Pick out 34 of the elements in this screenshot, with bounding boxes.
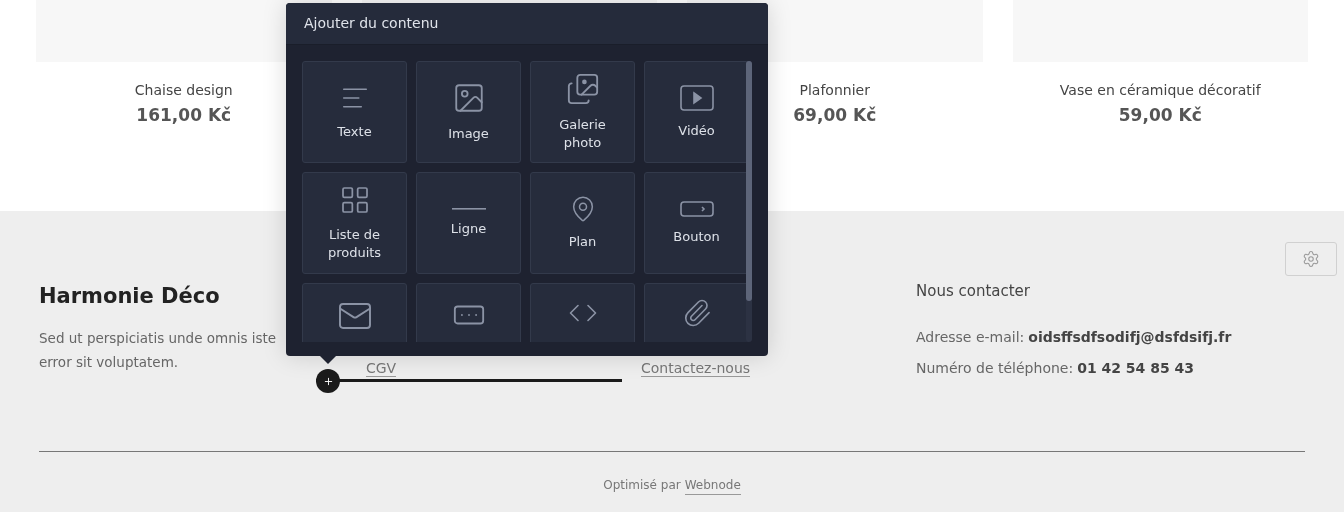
popup-title: Ajouter du contenu [304, 14, 439, 33]
footer-link[interactable]: CGV [366, 360, 397, 377]
button-shape-icon [679, 200, 714, 218]
credit-text: Optimisé par [603, 477, 681, 494]
product-price: 59,00 Kč [1118, 104, 1202, 127]
footer-link[interactable]: Contactez-nous [641, 360, 751, 377]
email-value: oidsffsdfsodifj@dsfdsifj.fr [1028, 327, 1232, 347]
settings-button[interactable] [1285, 242, 1337, 276]
contact-heading: Nous contacter [916, 281, 1032, 302]
phone-label: Numéro de téléphone: [916, 358, 1074, 378]
email-label: Adresse e-mail: [916, 327, 1025, 347]
phone-value: 01 42 54 85 43 [1077, 358, 1195, 378]
settings-icon [1302, 250, 1320, 268]
product-price: 161,00 Kč [136, 104, 232, 127]
credit-link[interactable]: Webnode [684, 476, 741, 495]
content-tile[interactable]: Image [416, 61, 521, 163]
images-icon [565, 72, 600, 106]
content-tile[interactable]: Ligne [416, 172, 521, 274]
product-name[interactable]: Plafonnier [799, 80, 870, 101]
content-tile[interactable]: Galerie photo [530, 61, 635, 163]
content-tile[interactable]: Texte [302, 61, 407, 163]
product-name[interactable]: Vase en céramique décoratif [1059, 80, 1261, 101]
product-name[interactable]: Chaise design [134, 80, 233, 101]
content-tile[interactable]: Plan [530, 172, 635, 274]
brand-description: Sed ut perspiciatis unde omnis iste error sit voluptatem. [39, 328, 278, 372]
content-tile[interactable]: Vidéo [644, 61, 749, 163]
product-price: 69,00 Kč [793, 104, 877, 127]
content-tile[interactable]: Bouton [644, 172, 749, 274]
line-icon [451, 208, 486, 210]
play-icon [679, 84, 714, 112]
scrollbar[interactable] [746, 61, 752, 342]
content-tile[interactable]: Liste de produits [302, 172, 407, 274]
plus-icon [322, 375, 334, 387]
brand-name: Harmonie Déco [39, 283, 221, 310]
